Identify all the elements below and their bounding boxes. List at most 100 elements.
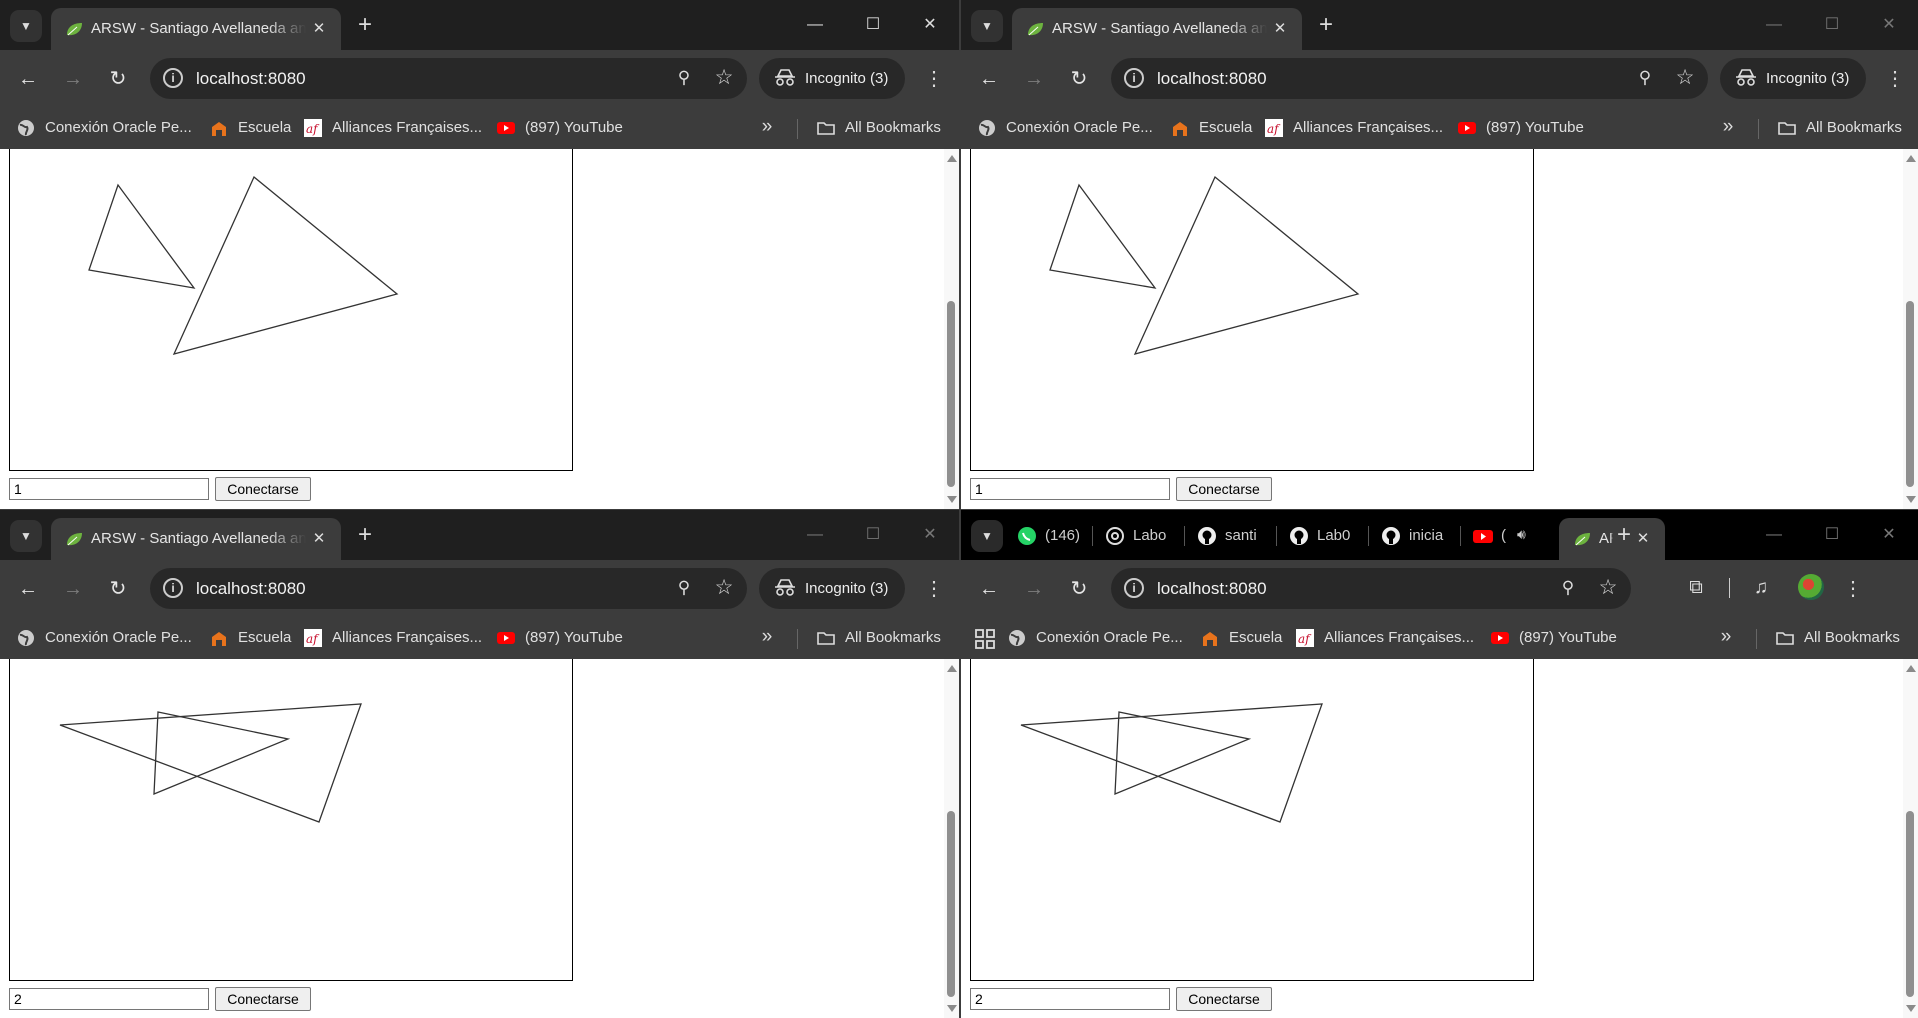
tab-search-button[interactable]: ▼ — [10, 520, 42, 552]
bookmark-star-icon[interactable]: ☆ — [711, 65, 737, 91]
close-tab-icon[interactable]: ✕ — [309, 19, 329, 39]
drawing-canvas[interactable] — [9, 659, 573, 981]
audio-playing-icon[interactable]: 🔊︎ — [1517, 526, 1526, 543]
apps-grid-icon[interactable] — [975, 629, 995, 649]
address-bar[interactable]: i localhost:8080 ⚲ ☆ — [150, 568, 747, 609]
address-bar[interactable]: i localhost:8080 ⚲ ☆ — [1111, 568, 1631, 609]
tab-github-3[interactable]: inicia — [1369, 518, 1461, 552]
minimize-button[interactable]: — — [1752, 8, 1796, 42]
more-menu-icon[interactable]: ⋮ — [918, 63, 950, 95]
connect-button[interactable]: Conectarse — [1176, 477, 1272, 501]
tab-youtube[interactable]: ( 🔊︎ — [1461, 518, 1541, 552]
tab-active[interactable]: ARSW - Santiago Avellaneda and ✕ — [1012, 8, 1302, 50]
connect-button[interactable]: Conectarse — [215, 477, 311, 501]
scroll-thumb[interactable] — [1906, 301, 1914, 487]
more-bookmarks-chevron-icon[interactable]: » — [1715, 116, 1741, 140]
address-bar[interactable]: i localhost:8080 ⚲ ☆ — [150, 58, 747, 99]
maximize-button[interactable]: ☐ — [1810, 518, 1854, 552]
minimize-button[interactable]: — — [793, 8, 837, 42]
tab-search-button[interactable]: ▼ — [971, 10, 1003, 42]
reload-button[interactable]: ↻ — [102, 573, 134, 605]
drawing-canvas[interactable] — [970, 659, 1534, 981]
new-tab-button[interactable]: + — [1311, 11, 1341, 41]
incognito-badge[interactable]: Incognito (3) — [759, 568, 905, 609]
reload-button[interactable]: ↻ — [1063, 63, 1095, 95]
tab-whatsapp[interactable]: (146) — [1005, 518, 1093, 552]
reload-button[interactable]: ↻ — [102, 63, 134, 95]
minimize-button[interactable]: — — [793, 518, 837, 552]
extensions-icon[interactable]: ⧉ — [1682, 574, 1710, 602]
topic-input[interactable] — [9, 478, 209, 500]
maximize-button[interactable]: ☐ — [851, 518, 895, 552]
scroll-down-arrow-icon[interactable] — [947, 496, 957, 503]
scroll-up-arrow-icon[interactable] — [947, 665, 957, 672]
media-control-icon[interactable]: ♫ — [1747, 574, 1775, 602]
drawing-canvas[interactable] — [9, 149, 573, 471]
profile-avatar[interactable] — [1798, 574, 1824, 600]
new-tab-button[interactable]: + — [350, 11, 380, 41]
more-bookmarks-chevron-icon[interactable]: » — [754, 116, 780, 140]
topic-input[interactable] — [9, 988, 209, 1010]
bookmark-star-icon[interactable]: ☆ — [1672, 65, 1698, 91]
zoom-icon[interactable]: ⚲ — [1555, 575, 1581, 601]
zoom-icon[interactable]: ⚲ — [671, 65, 697, 91]
forward-button[interactable]: → — [1018, 63, 1050, 95]
back-button[interactable]: ← — [12, 63, 44, 95]
maximize-button[interactable]: ☐ — [851, 8, 895, 42]
close-window-button[interactable]: ✕ — [908, 518, 952, 552]
tab-github-2[interactable]: Lab0 — [1277, 518, 1369, 552]
scroll-thumb[interactable] — [947, 301, 955, 487]
scroll-up-arrow-icon[interactable] — [1906, 665, 1916, 672]
scroll-up-arrow-icon[interactable] — [1906, 155, 1916, 162]
forward-button[interactable]: → — [57, 63, 89, 95]
scroll-up-arrow-icon[interactable] — [947, 155, 957, 162]
site-info-icon[interactable]: i — [1124, 68, 1144, 88]
more-menu-icon[interactable]: ⋮ — [1879, 63, 1911, 95]
new-tab-button[interactable]: + — [1609, 521, 1639, 551]
scroll-down-arrow-icon[interactable] — [947, 1005, 957, 1012]
forward-button[interactable]: → — [57, 573, 89, 605]
site-info-icon[interactable]: i — [163, 578, 183, 598]
drawing-canvas[interactable] — [970, 149, 1534, 471]
back-button[interactable]: ← — [973, 573, 1005, 605]
tab-active[interactable]: ARSW - Santiago Avellaneda and ✕ — [51, 518, 341, 560]
tab-search-button[interactable]: ▼ — [971, 520, 1003, 552]
close-tab-icon[interactable]: ✕ — [1270, 19, 1290, 39]
vertical-scrollbar[interactable] — [944, 659, 959, 1018]
more-bookmarks-chevron-icon[interactable]: » — [754, 626, 780, 650]
scroll-down-arrow-icon[interactable] — [1906, 1005, 1916, 1012]
bookmark-star-icon[interactable]: ☆ — [1595, 575, 1621, 601]
incognito-badge[interactable]: Incognito (3) — [1720, 58, 1866, 99]
site-info-icon[interactable]: i — [163, 68, 183, 88]
back-button[interactable]: ← — [12, 573, 44, 605]
scroll-down-arrow-icon[interactable] — [1906, 496, 1916, 503]
address-bar[interactable]: i localhost:8080 ⚲ ☆ — [1111, 58, 1708, 99]
zoom-icon[interactable]: ⚲ — [671, 575, 697, 601]
tab-search-button[interactable]: ▼ — [10, 10, 42, 42]
site-info-icon[interactable]: i — [1124, 578, 1144, 598]
forward-button[interactable]: → — [1018, 573, 1050, 605]
reload-button[interactable]: ↻ — [1063, 573, 1095, 605]
more-menu-icon[interactable]: ⋮ — [1837, 573, 1869, 605]
scroll-thumb[interactable] — [1906, 811, 1914, 997]
bookmark-star-icon[interactable]: ☆ — [711, 575, 737, 601]
tab-active[interactable]: ARSW - Santiago Avellaneda and ✕ — [51, 8, 341, 50]
incognito-badge[interactable]: Incognito (3) — [759, 58, 905, 99]
new-tab-button[interactable]: + — [350, 521, 380, 551]
maximize-button[interactable]: ☐ — [1810, 8, 1854, 42]
vertical-scrollbar[interactable] — [1903, 149, 1918, 509]
tab-github-1[interactable]: santi — [1185, 518, 1277, 552]
topic-input[interactable] — [970, 478, 1170, 500]
zoom-icon[interactable]: ⚲ — [1632, 65, 1658, 91]
vertical-scrollbar[interactable] — [944, 149, 959, 509]
connect-button[interactable]: Conectarse — [1176, 987, 1272, 1011]
more-bookmarks-chevron-icon[interactable]: » — [1713, 626, 1739, 650]
topic-input[interactable] — [970, 988, 1170, 1010]
tab-chatgpt[interactable]: Labo — [1093, 518, 1185, 552]
close-window-button[interactable]: ✕ — [908, 8, 952, 42]
vertical-scrollbar[interactable] — [1903, 659, 1918, 1018]
back-button[interactable]: ← — [973, 63, 1005, 95]
minimize-button[interactable]: — — [1752, 518, 1796, 552]
more-menu-icon[interactable]: ⋮ — [918, 573, 950, 605]
close-window-button[interactable]: ✕ — [1867, 518, 1911, 552]
